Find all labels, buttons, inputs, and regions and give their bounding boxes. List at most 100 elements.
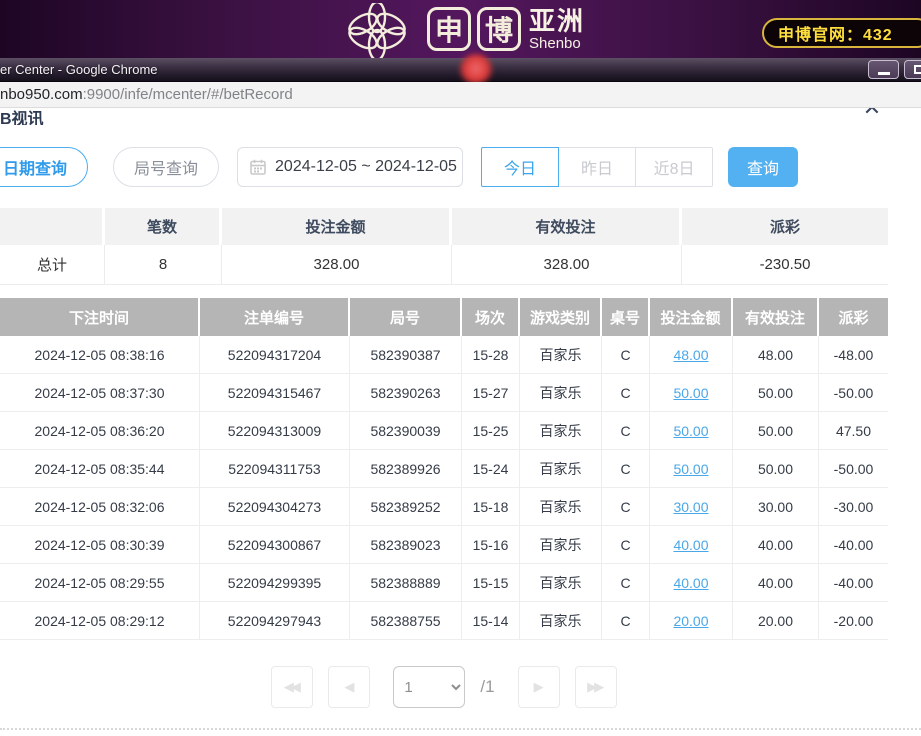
last-page-button[interactable]: ▶▶ (575, 666, 617, 708)
cell-game-type: 百家乐 (520, 526, 602, 564)
next-page-button[interactable]: ▶ (518, 666, 560, 708)
cell-session: 15-25 (462, 412, 520, 450)
cell-session: 15-14 (462, 602, 520, 640)
bet-table-header-row: 下注时间 注单编号 局号 场次 游戏类别 桌号 投注金额 有效投注 派彩 (0, 298, 888, 336)
col-header-game: 游戏类别 (520, 298, 602, 336)
bet-amount-link[interactable]: 40.00 (673, 575, 708, 591)
minimize-button[interactable] (868, 60, 899, 79)
maximize-icon (914, 65, 921, 74)
section-header: B视讯 ✕ (0, 108, 921, 128)
logo-wordmark: 亚洲 Shenbo (527, 8, 585, 51)
close-button[interactable]: ✕ (858, 106, 886, 122)
table-row: 2024-12-05 08:35:44 522094311753 5823899… (0, 450, 888, 488)
summary-header-count: 笔数 (105, 208, 222, 245)
address-bar[interactable]: nbo950.com:9900/infe/mcenter/#/betRecord (0, 82, 921, 108)
first-page-button[interactable]: ◀◀ (271, 666, 313, 708)
screen: 申 博 亚洲 Shenbo 申博官网：432 er Center - Googl… (0, 0, 921, 736)
summary-header-blank (0, 208, 105, 245)
today-segment[interactable]: 今日 (481, 147, 559, 187)
cell-time: 2024-12-05 08:38:16 (0, 336, 200, 374)
summary-payout-value: -230.50 (682, 245, 888, 285)
cell-payout: -30.00 (819, 488, 888, 526)
cell-valid-bet: 50.00 (733, 412, 819, 450)
cell-game-type: 百家乐 (520, 564, 602, 602)
cell-order-no: 522094313009 (200, 412, 350, 450)
bet-amount-link[interactable]: 40.00 (673, 537, 708, 553)
search-button[interactable]: 查询 (728, 147, 798, 187)
bet-amount-link[interactable]: 50.00 (673, 423, 708, 439)
cell-payout: 47.50 (819, 412, 888, 450)
bottom-divider (0, 728, 921, 730)
table-row: 2024-12-05 08:36:20 522094313009 5823900… (0, 412, 888, 450)
summary-valid-bet-value: 328.00 (452, 245, 682, 285)
cell-round-no: 582390263 (350, 374, 462, 412)
maximize-button[interactable] (904, 60, 921, 79)
total-pages-label: /1 (480, 677, 494, 697)
cell-session: 15-18 (462, 488, 520, 526)
cell-time: 2024-12-05 08:32:06 (0, 488, 200, 526)
date-range-input[interactable]: 2024-12-05 ~ 2024-12-05 (237, 147, 463, 187)
minimize-icon (878, 72, 890, 75)
table-row: 2024-12-05 08:38:16 522094317204 5823903… (0, 336, 888, 374)
cell-round-no: 582389023 (350, 526, 462, 564)
col-header-bet: 投注金额 (650, 298, 733, 336)
prev-page-icon: ◀ (344, 679, 351, 695)
page-select[interactable]: 1 (393, 666, 465, 708)
cell-game-type: 百家乐 (520, 602, 602, 640)
cell-table-no: C (602, 564, 650, 602)
window-title: er Center - Google Chrome (0, 62, 158, 77)
summary-count-value: 8 (105, 245, 222, 285)
calendar-icon (250, 159, 266, 175)
section-title: B视讯 (0, 108, 44, 125)
cell-order-no: 522094317204 (200, 336, 350, 374)
cell-session: 15-28 (462, 336, 520, 374)
cell-game-type: 百家乐 (520, 374, 602, 412)
official-site-badge[interactable]: 申博官网：432 (762, 18, 921, 48)
cell-table-no: C (602, 412, 650, 450)
cell-payout: -40.00 (819, 526, 888, 564)
date-range-value: 2024-12-05 ~ 2024-12-05 (275, 158, 457, 176)
logo-en-text: Shenbo (529, 36, 585, 51)
summary-header-bet-amount: 投注金额 (222, 208, 452, 245)
bet-amount-link[interactable]: 50.00 (673, 385, 708, 401)
cell-payout: -40.00 (819, 564, 888, 602)
col-header-payout: 派彩 (819, 298, 888, 336)
last8days-segment[interactable]: 近8日 (635, 147, 713, 187)
cell-table-no: C (602, 450, 650, 488)
bet-amount-link[interactable]: 20.00 (673, 613, 708, 629)
cell-time: 2024-12-05 08:30:39 (0, 526, 200, 564)
table-row: 2024-12-05 08:29:12 522094297943 5823887… (0, 602, 888, 640)
cell-time: 2024-12-05 08:29:12 (0, 602, 200, 640)
cell-order-no: 522094297943 (200, 602, 350, 640)
last-page-icon: ▶▶ (587, 679, 601, 695)
close-icon: ✕ (858, 106, 886, 121)
cell-session: 15-16 (462, 526, 520, 564)
date-query-tab[interactable]: 日期查询 (0, 147, 88, 187)
brand-header: 申 博 亚洲 Shenbo 申博官网：432 (0, 0, 921, 58)
cell-table-no: C (602, 336, 650, 374)
bet-amount-link[interactable]: 50.00 (673, 461, 708, 477)
cell-time: 2024-12-05 08:37:30 (0, 374, 200, 412)
pagination: ◀◀ ◀ 1 /1 ▶ ▶▶ (0, 666, 888, 708)
url-host: nbo950.com (0, 86, 83, 103)
col-header-order: 注单编号 (200, 298, 350, 336)
cell-game-type: 百家乐 (520, 336, 602, 374)
flower-logo-icon (333, 3, 421, 59)
round-query-tab[interactable]: 局号查询 (113, 147, 219, 187)
cell-round-no: 582390387 (350, 336, 462, 374)
yesterday-segment[interactable]: 昨日 (558, 147, 636, 187)
bet-amount-link[interactable]: 30.00 (673, 499, 708, 515)
cell-valid-bet: 40.00 (733, 564, 819, 602)
logo-region-text: 亚洲 (529, 8, 585, 34)
cell-payout: -50.00 (819, 374, 888, 412)
cell-order-no: 522094300867 (200, 526, 350, 564)
cell-game-type: 百家乐 (520, 488, 602, 526)
cell-round-no: 582390039 (350, 412, 462, 450)
brand-logo: 申 博 亚洲 Shenbo (333, 0, 585, 58)
logo-char-box-1: 申 (427, 7, 471, 51)
col-header-round: 局号 (350, 298, 462, 336)
cell-order-no: 522094315467 (200, 374, 350, 412)
prev-page-button[interactable]: ◀ (328, 666, 370, 708)
table-row: 2024-12-05 08:37:30 522094315467 5823902… (0, 374, 888, 412)
bet-amount-link[interactable]: 48.00 (673, 347, 708, 363)
